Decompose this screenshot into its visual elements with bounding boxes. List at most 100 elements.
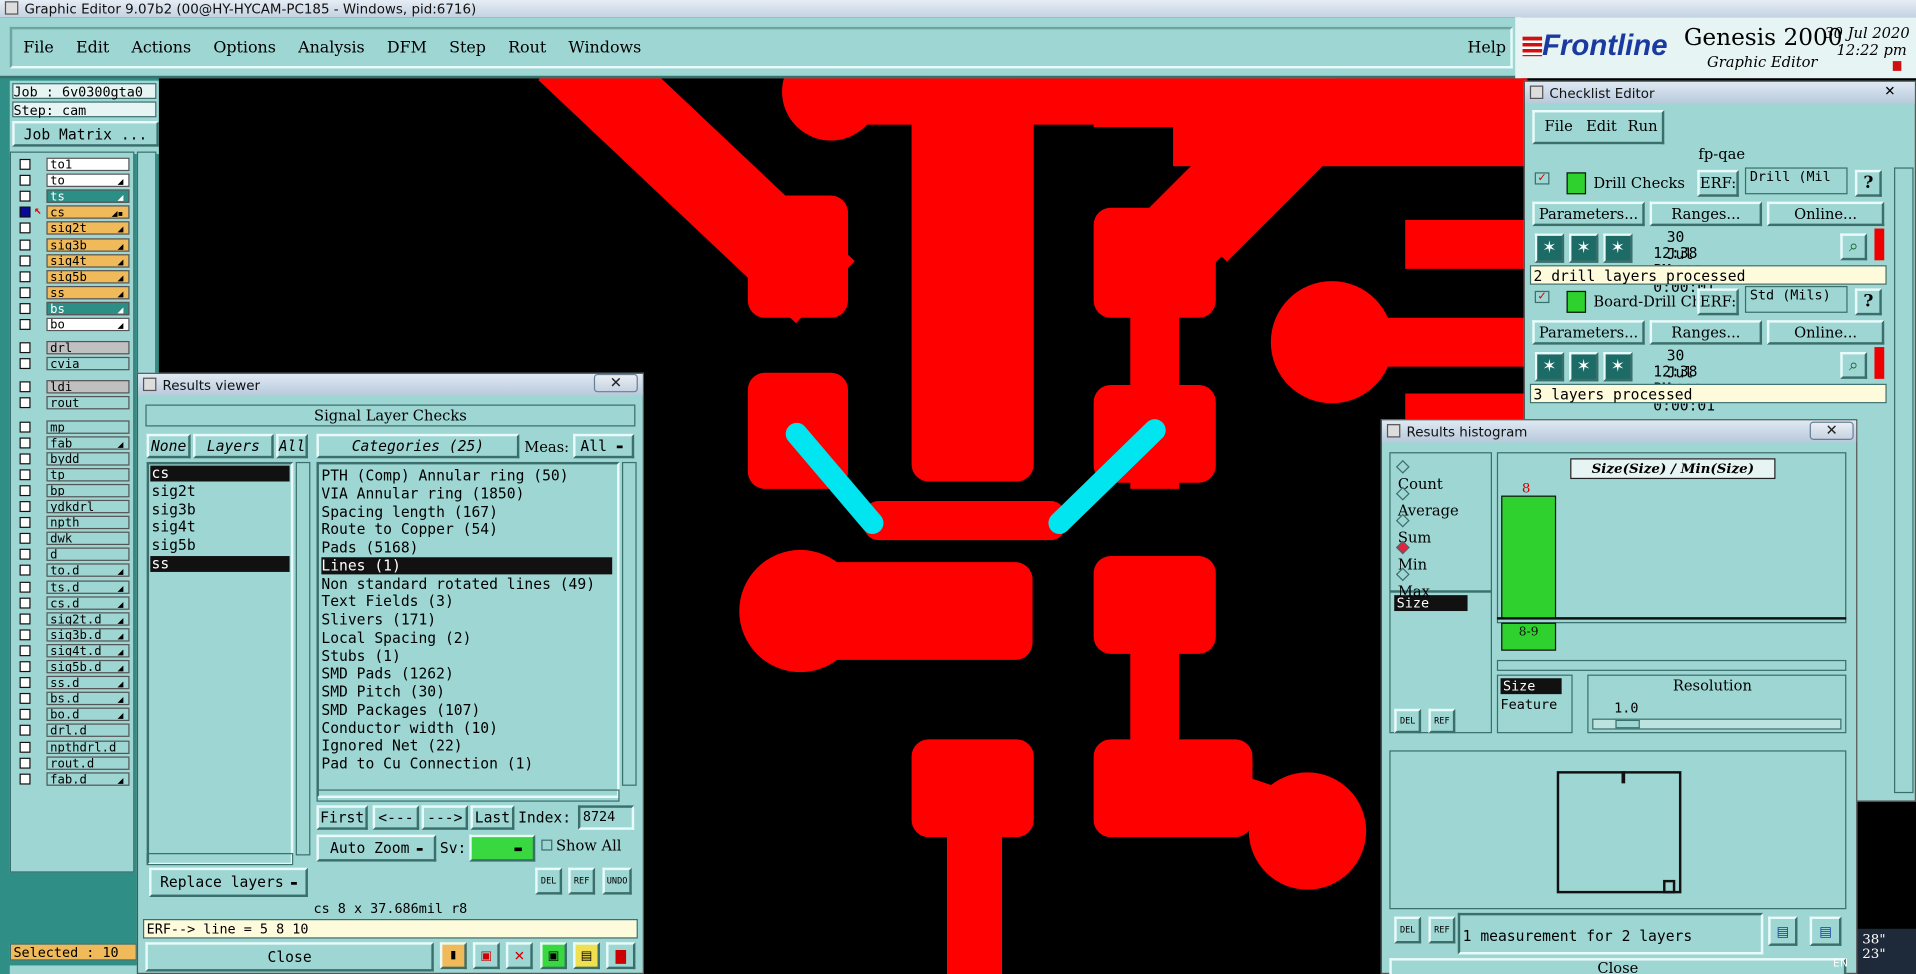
layer-name[interactable]: d [46, 547, 130, 562]
run-action-icon[interactable]: ✶ [1534, 233, 1565, 263]
layer-name[interactable]: sig4t ◢ [46, 253, 130, 268]
results-layer-item[interactable]: sig3b [150, 501, 289, 518]
layer-row[interactable]: ss.d ◢ [10, 675, 132, 690]
online-button[interactable]: Online... [1766, 320, 1885, 345]
layer-row[interactable]: tp [10, 467, 132, 482]
check-enabled-checkbox[interactable]: ✓ [1534, 290, 1550, 304]
category-item[interactable]: Spacing length (167) [321, 503, 612, 520]
layers-hscroll[interactable] [146, 853, 294, 866]
layer-row[interactable]: bs ◢ [10, 301, 132, 316]
layer-checkbox[interactable] [19, 597, 31, 609]
next-button[interactable]: ---> [421, 805, 469, 830]
category-item[interactable]: SMD Packages (107) [321, 701, 612, 718]
layer-checkbox[interactable] [19, 421, 31, 433]
erf-value[interactable]: Std (Mils) [1744, 285, 1848, 313]
layer-checkbox[interactable] [19, 645, 31, 657]
footer-ref-icon[interactable]: REF [1428, 916, 1456, 944]
layer-checkbox[interactable] [19, 613, 31, 625]
layer-row[interactable]: bo ◢ [10, 317, 132, 332]
layer-checkbox[interactable] [19, 158, 31, 170]
layer-name[interactable]: sig4t.d ◢ [46, 643, 130, 658]
layer-checkbox[interactable] [19, 238, 31, 250]
layer-row[interactable]: fab.d ◢ [10, 771, 132, 786]
layer-row[interactable]: sig3b.d ◢ [10, 627, 132, 642]
menu-options[interactable]: Options [213, 39, 276, 57]
hist-del-icon[interactable]: DEL [1394, 708, 1422, 734]
layer-checkbox[interactable] [19, 358, 31, 370]
parameters-button[interactable]: Parameters... [1532, 320, 1645, 345]
layer-row[interactable]: sig5b ◢ [10, 269, 132, 284]
del-icon[interactable]: DEL [535, 867, 563, 895]
layer-name[interactable]: bydd [46, 451, 130, 466]
categories-hscroll[interactable] [316, 789, 620, 802]
layer-row[interactable]: bs.d ◢ [10, 691, 132, 706]
layer-row[interactable]: cs.d ◢ [10, 595, 132, 610]
layer-checkbox[interactable] [19, 533, 31, 545]
run-action-icon[interactable]: ✶ [1568, 351, 1599, 382]
erf-button[interactable]: ERF: [1697, 288, 1739, 316]
hist-ref-icon[interactable]: REF [1428, 708, 1456, 734]
layer-checkbox[interactable] [19, 693, 31, 705]
layer-name[interactable]: sig3b ◢ [46, 237, 130, 252]
resolution-slider[interactable] [1592, 718, 1842, 730]
layer-checkbox[interactable] [19, 437, 31, 449]
menu-rout[interactable]: Rout [508, 39, 546, 57]
menu-file[interactable]: File [23, 39, 54, 57]
category-item[interactable]: Non standard rotated lines (49) [321, 575, 612, 592]
menu-dfm[interactable]: DFM [387, 39, 427, 57]
layer-row[interactable]: bp [10, 483, 132, 498]
layer-row[interactable]: cvia [10, 357, 132, 371]
ranges-button[interactable]: Ranges... [1649, 320, 1763, 345]
layer-checkbox[interactable] [19, 222, 31, 234]
all-layers-button[interactable]: All [276, 433, 308, 459]
layer-name[interactable]: drl [46, 341, 130, 355]
erf-button[interactable]: ERF: [1697, 169, 1739, 197]
layer-row[interactable]: ts.d ◢ [10, 579, 132, 594]
undo-icon[interactable]: UNDO [602, 867, 632, 895]
layer-checkbox[interactable] [19, 661, 31, 673]
results-layer-item[interactable]: cs [150, 465, 290, 482]
layer-checkbox[interactable] [19, 206, 31, 218]
histogram-titlebar[interactable]: Results histogram [1382, 420, 1857, 443]
layer-checkbox[interactable] [19, 517, 31, 529]
layer-checkbox[interactable] [19, 565, 31, 577]
category-item[interactable]: Pads (5168) [321, 539, 612, 556]
category-item[interactable]: Stubs (1) [321, 647, 612, 664]
layer-checkbox[interactable] [19, 501, 31, 513]
layer-checkbox[interactable] [19, 381, 31, 393]
layer-checkbox[interactable] [19, 190, 31, 202]
export-icon[interactable]: ▤ [1768, 916, 1798, 946]
layer-row[interactable]: drl.d [10, 723, 132, 738]
none-button[interactable]: None [146, 433, 191, 459]
category-item[interactable]: SMD Pitch (30) [321, 683, 612, 700]
tool-icon-1[interactable]: ▮ [439, 942, 467, 970]
show-all-checkbox[interactable] [541, 839, 553, 851]
layer-name[interactable]: bs ◢ [46, 301, 130, 316]
layers-button[interactable]: Layers [193, 433, 274, 459]
checklist-titlebar[interactable]: Checklist Editor [1524, 81, 1915, 104]
layer-name[interactable]: npth [46, 515, 130, 530]
categories-scrollbar[interactable] [621, 461, 637, 786]
category-item[interactable]: SMD Pads (1262) [321, 665, 612, 682]
index-field[interactable]: 8724 [577, 805, 635, 830]
category-item[interactable]: Pad to Cu Connection (1) [321, 755, 612, 772]
layer-name[interactable]: ss.d ◢ [46, 675, 130, 690]
layer-name[interactable]: bo ◢ [46, 317, 130, 332]
layer-name[interactable]: to1 [46, 157, 130, 172]
layer-checkbox[interactable] [19, 302, 31, 314]
layer-row[interactable]: mp [10, 419, 132, 434]
layer-checkbox[interactable] [19, 318, 31, 330]
results-viewer-titlebar[interactable]: Results viewer [138, 373, 643, 396]
layer-name[interactable]: bs.d ◢ [46, 691, 130, 706]
layer-row[interactable]: ydkdrl [10, 499, 132, 514]
layer-row[interactable]: bo.d ◢ [10, 707, 132, 722]
check-help-button[interactable]: ? [1854, 169, 1882, 197]
parameters-button[interactable]: Parameters... [1532, 201, 1645, 227]
layer-row[interactable]: dwk [10, 531, 132, 546]
layer-name[interactable]: ss ◢ [46, 285, 130, 300]
category-item[interactable]: VIA Annular ring (1850) [321, 485, 612, 502]
footer-del-icon[interactable]: DEL [1394, 916, 1422, 944]
layer-name[interactable]: ydkdrl [46, 499, 130, 514]
layer-row[interactable]: to ◢ [10, 173, 132, 188]
layer-row[interactable]: drl [10, 341, 132, 355]
